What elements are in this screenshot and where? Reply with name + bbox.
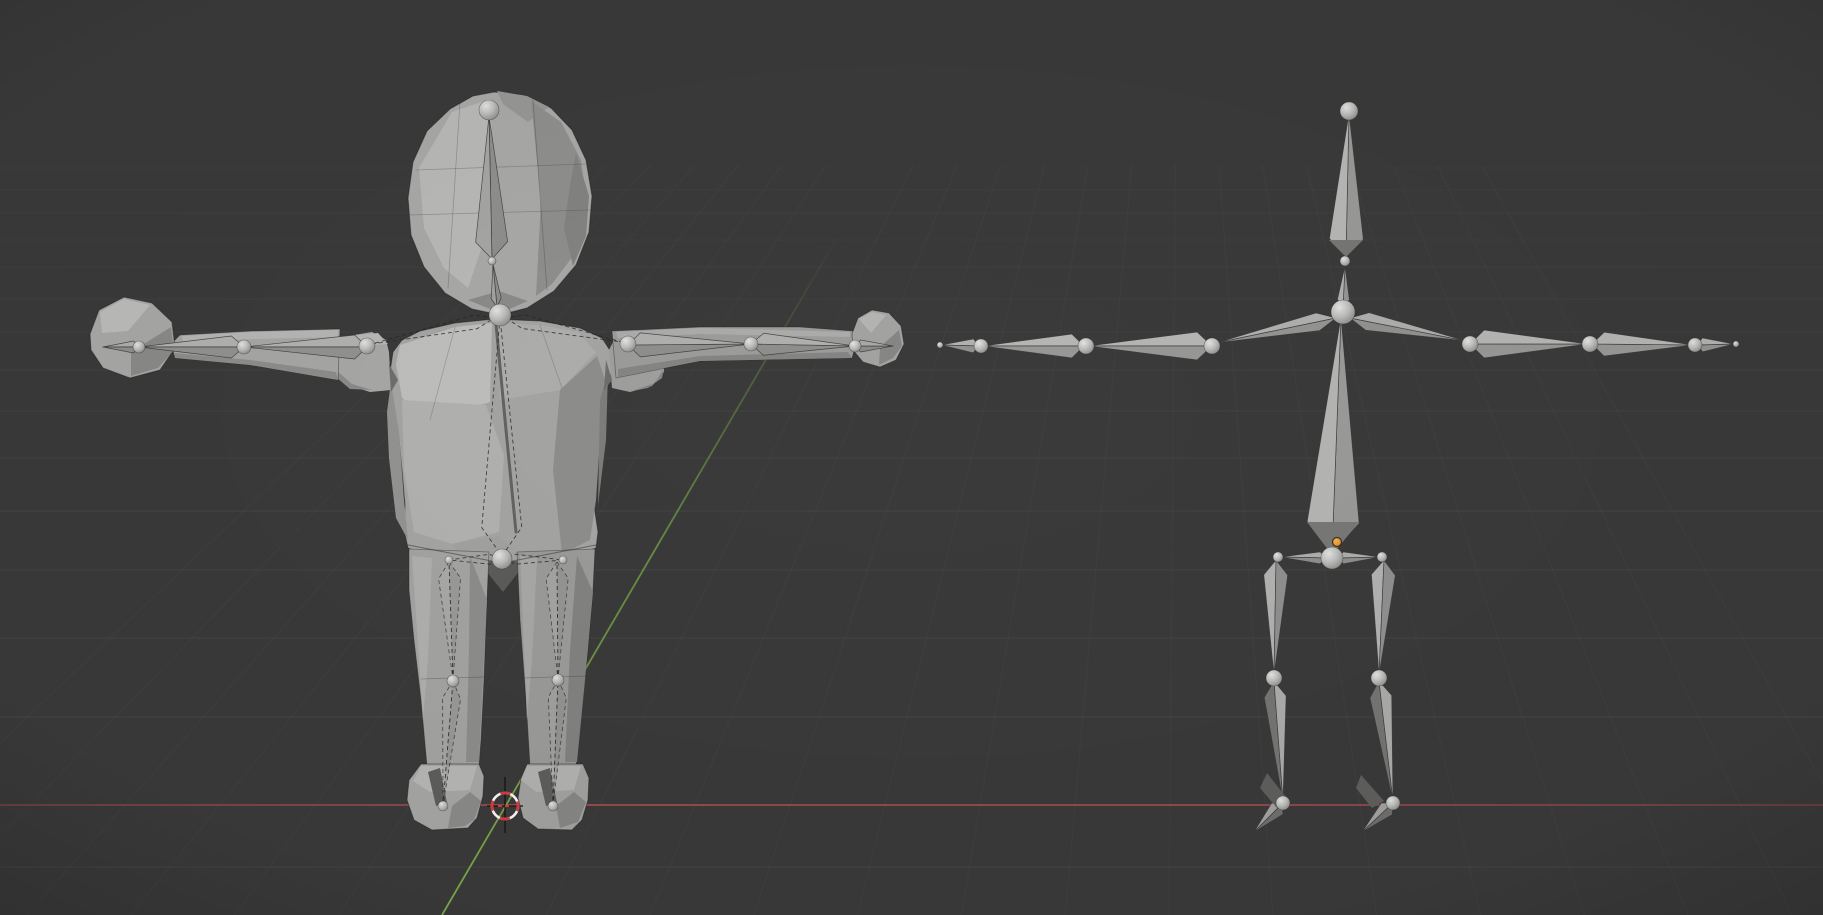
joint-sphere[interactable] (1462, 336, 1478, 352)
joint-sphere[interactable] (1331, 300, 1355, 324)
joint-sphere[interactable] (479, 100, 499, 120)
joint-sphere[interactable] (1340, 102, 1358, 120)
joint-sphere[interactable] (359, 338, 375, 354)
joint-sphere[interactable] (133, 341, 145, 353)
joint-sphere[interactable] (974, 339, 988, 353)
joint-sphere[interactable] (492, 549, 512, 569)
viewport-canvas[interactable] (0, 0, 1823, 915)
joint-sphere[interactable] (438, 801, 448, 811)
viewport-3d[interactable] (0, 0, 1823, 915)
joint-sphere[interactable] (488, 257, 496, 265)
joint-sphere[interactable] (1266, 670, 1282, 686)
joint-sphere[interactable] (1733, 341, 1739, 347)
joint-sphere[interactable] (489, 304, 511, 326)
object-origin-dot[interactable] (1333, 538, 1342, 547)
joint-sphere[interactable] (1377, 552, 1387, 562)
joint-sphere[interactable] (1340, 256, 1350, 266)
joint-sphere[interactable] (620, 336, 636, 352)
joint-sphere[interactable] (237, 340, 251, 354)
joint-sphere[interactable] (548, 801, 558, 811)
joint-sphere[interactable] (1371, 670, 1387, 686)
joint-sphere[interactable] (1204, 338, 1220, 354)
joint-sphere[interactable] (1582, 336, 1598, 352)
joint-sphere[interactable] (552, 674, 564, 686)
joint-sphere[interactable] (1386, 796, 1400, 810)
joint-sphere[interactable] (937, 342, 943, 348)
joint-sphere[interactable] (849, 340, 861, 352)
joint-sphere[interactable] (1078, 338, 1094, 354)
joint-sphere[interactable] (445, 556, 453, 564)
joint-sphere[interactable] (1273, 552, 1283, 562)
joint-sphere[interactable] (447, 675, 459, 687)
joint-sphere[interactable] (1276, 796, 1290, 810)
joint-sphere[interactable] (1321, 547, 1343, 569)
mesh-face[interactable] (402, 400, 504, 544)
joint-sphere[interactable] (559, 556, 567, 564)
joint-sphere[interactable] (1688, 338, 1702, 352)
joint-sphere[interactable] (744, 337, 758, 351)
